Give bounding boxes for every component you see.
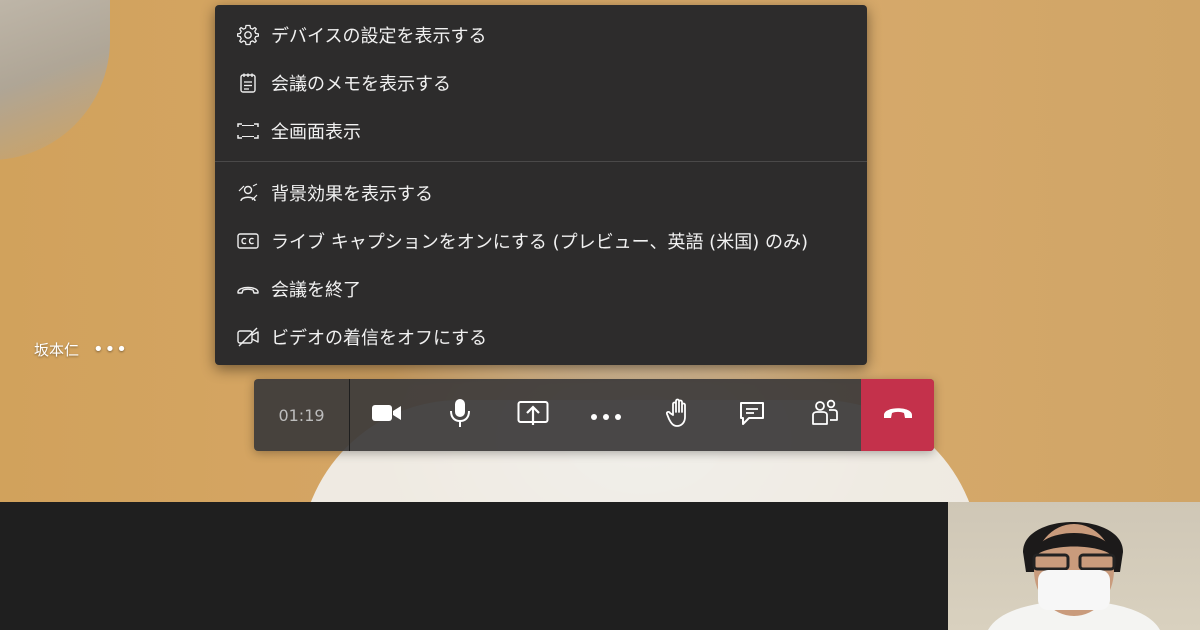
background-effects-icon [235,182,261,204]
menu-item-leave-meeting[interactable]: 会議を終了 [215,267,867,311]
menu-item-fullscreen[interactable]: 全画面表示 [215,109,867,153]
chat-icon [738,399,766,431]
hang-up-icon [235,278,261,300]
participants-button[interactable] [788,379,861,451]
raise-hand-button[interactable] [642,379,715,451]
participant-more-button[interactable]: ••• [93,339,128,360]
menu-item-background-effects[interactable]: 背景効果を表示する [215,171,867,215]
more-options-icon [590,406,622,425]
closed-captions-icon [235,230,261,252]
menu-item-turn-off-incoming-video[interactable]: ビデオの着信をオフにする [215,315,867,359]
camera-icon [371,402,403,428]
self-view-person [988,522,1160,630]
camera-button[interactable] [350,379,423,451]
menu-item-device-settings[interactable]: デバイスの設定を表示する [215,13,867,57]
meeting-controls-bar: 01:19 [254,379,934,451]
more-options-menu: デバイスの設定を表示する 会議のメモを表示する 全画面表示 背景効果を表示する … [215,5,867,365]
self-view-video [948,502,1200,630]
participants-icon [810,398,840,432]
hang-up-icon [883,405,913,425]
menu-item-label: 全画面表示 [271,122,361,143]
raise-hand-icon [665,398,692,432]
share-screen-button[interactable] [496,379,569,451]
menu-item-label: ビデオの着信をオフにする [271,328,488,349]
bottom-video-strip [0,502,948,630]
menu-item-label: 会議を終了 [271,280,361,301]
participant-name-tag: 坂本仁 ••• [34,339,128,360]
video-background-wall [0,0,110,160]
participant-name: 坂本仁 [34,341,80,359]
microphone-icon [448,398,472,432]
chat-button[interactable] [715,379,788,451]
menu-item-label: ライブ キャプションをオンにする (プレビュー、英語 (米国) のみ) [271,232,808,253]
menu-item-label: 会議のメモを表示する [271,74,451,95]
share-screen-icon [517,399,549,431]
notes-icon [235,72,261,94]
video-off-icon [235,326,261,348]
gear-icon [235,24,261,46]
hang-up-button[interactable] [861,379,934,451]
menu-divider [215,161,867,162]
menu-item-label: 背景効果を表示する [271,184,433,205]
more-options-button[interactable] [569,379,642,451]
microphone-button[interactable] [423,379,496,451]
menu-item-meeting-notes[interactable]: 会議のメモを表示する [215,61,867,105]
menu-item-live-captions[interactable]: ライブ キャプションをオンにする (プレビュー、英語 (米国) のみ) [215,219,867,263]
menu-item-label: デバイスの設定を表示する [271,26,487,47]
call-timer: 01:19 [254,379,350,451]
fullscreen-icon [235,120,261,142]
